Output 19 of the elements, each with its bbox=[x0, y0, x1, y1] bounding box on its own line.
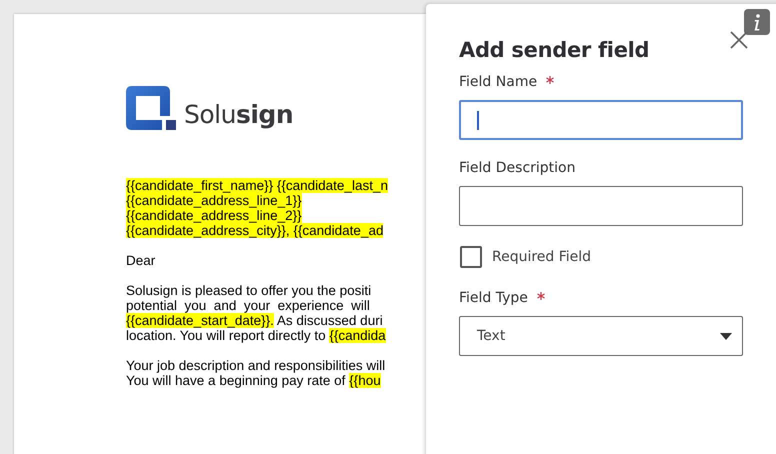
document-line: Solusign is pleased to offer you the positi bbox=[126, 283, 372, 298]
text-field[interactable] bbox=[459, 186, 743, 226]
document-line: Your job description and responsibilities will bbox=[126, 358, 386, 373]
field-type-dropdown[interactable]: Text bbox=[459, 316, 743, 356]
info-icon[interactable] bbox=[744, 9, 770, 35]
field-label: Field Description bbox=[459, 160, 576, 176]
document-line: Dear bbox=[126, 253, 156, 268]
checkbox[interactable] bbox=[460, 246, 482, 268]
document-line: potential you and your experience will bbox=[126, 298, 371, 313]
field-label: Field Type bbox=[459, 290, 528, 306]
logo-icon bbox=[126, 86, 176, 130]
text-caret-icon bbox=[477, 111, 479, 130]
dropdown-caret-icon bbox=[720, 332, 732, 340]
close-icon[interactable] bbox=[730, 31, 748, 49]
panel-title: Add sender field bbox=[459, 38, 650, 62]
text-field[interactable] bbox=[459, 100, 743, 140]
logo-text: Solusign bbox=[184, 100, 294, 130]
checkbox-label: Required Field bbox=[492, 249, 592, 265]
field-label: Field Name bbox=[459, 74, 538, 90]
